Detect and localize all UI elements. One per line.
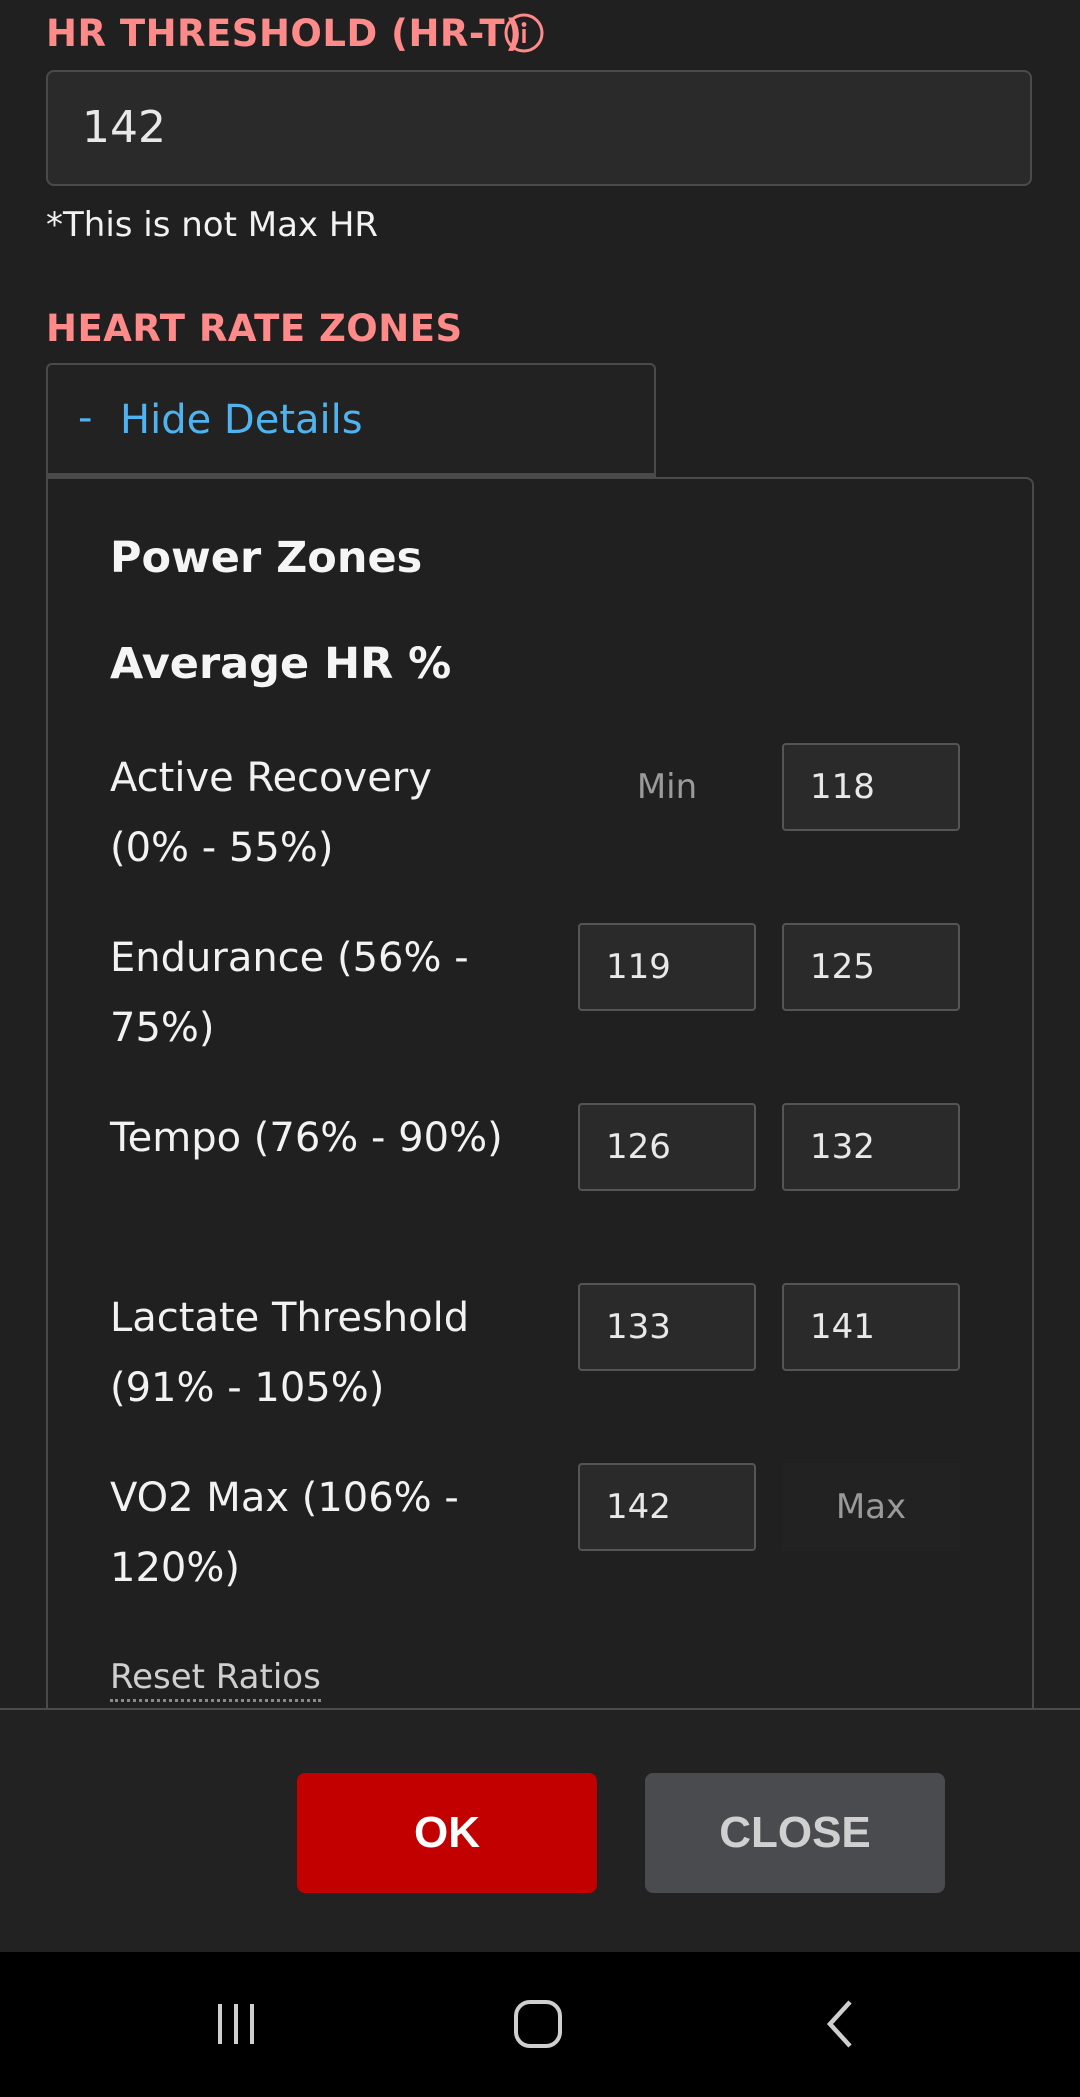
zone-name: Tempo (76% - 90%) bbox=[110, 1115, 503, 1161]
max-hr-note: *This is not Max HR bbox=[46, 205, 379, 245]
zone-max-placeholder: Max bbox=[782, 1463, 960, 1551]
hide-details-label: Hide Details bbox=[120, 397, 363, 443]
zone-row-tempo: Tempo (76% - 90%) 126 132 bbox=[110, 1103, 1010, 1273]
ok-button[interactable]: OK bbox=[297, 1773, 597, 1893]
zone-row-vo2-max: VO2 Max (106% - 120%) 142 Max bbox=[110, 1463, 1010, 1633]
zone-max-input[interactable]: 141 bbox=[782, 1283, 960, 1371]
hr-threshold-input[interactable]: 142 bbox=[46, 70, 1032, 186]
info-icon[interactable] bbox=[503, 12, 545, 54]
collapse-icon: - bbox=[78, 395, 93, 441]
home-icon[interactable] bbox=[508, 1994, 568, 2054]
zone-max-input[interactable]: 132 bbox=[782, 1103, 960, 1191]
reset-ratios-link[interactable]: Reset Ratios bbox=[110, 1657, 321, 1702]
hide-details-toggle[interactable]: - Hide Details bbox=[46, 363, 656, 483]
zone-row-lactate-threshold: Lactate Threshold (91% - 105%) 133 141 bbox=[110, 1283, 1010, 1453]
zone-max-input[interactable]: 125 bbox=[782, 923, 960, 1011]
power-zones-title: Power Zones bbox=[110, 533, 423, 583]
zone-min-placeholder: Min bbox=[636, 767, 698, 807]
zone-name: Active Recovery (0% - 55%) bbox=[110, 755, 432, 871]
close-button[interactable]: CLOSE bbox=[645, 1773, 945, 1893]
zone-min-input[interactable]: 133 bbox=[578, 1283, 756, 1371]
zone-details-panel: Power Zones Average HR % Active Recovery… bbox=[46, 477, 1034, 1717]
recent-apps-icon[interactable] bbox=[206, 1994, 266, 2054]
heart-rate-zones-label: HEART RATE ZONES bbox=[46, 307, 463, 350]
back-icon[interactable] bbox=[812, 1994, 872, 2054]
zone-max-input[interactable]: 118 bbox=[782, 743, 960, 831]
hr-threshold-label: HR THRESHOLD (HR-T) bbox=[46, 12, 523, 55]
zone-name: Endurance (56% - 75%) bbox=[110, 935, 469, 1051]
zone-min-input[interactable]: 126 bbox=[578, 1103, 756, 1191]
system-nav-bar bbox=[0, 1952, 1080, 2097]
average-hr-title: Average HR % bbox=[110, 639, 452, 689]
zone-name: Lactate Threshold (91% - 105%) bbox=[110, 1295, 470, 1411]
zone-min-input[interactable]: 119 bbox=[578, 923, 756, 1011]
zone-row-active-recovery: Active Recovery (0% - 55%) Min 118 bbox=[110, 743, 1010, 913]
dialog-footer: OK CLOSE bbox=[0, 1708, 1080, 1954]
zone-min-input[interactable]: 142 bbox=[578, 1463, 756, 1551]
zone-row-endurance: Endurance (56% - 75%) 119 125 bbox=[110, 923, 1010, 1093]
zone-name: VO2 Max (106% - 120%) bbox=[110, 1475, 459, 1591]
